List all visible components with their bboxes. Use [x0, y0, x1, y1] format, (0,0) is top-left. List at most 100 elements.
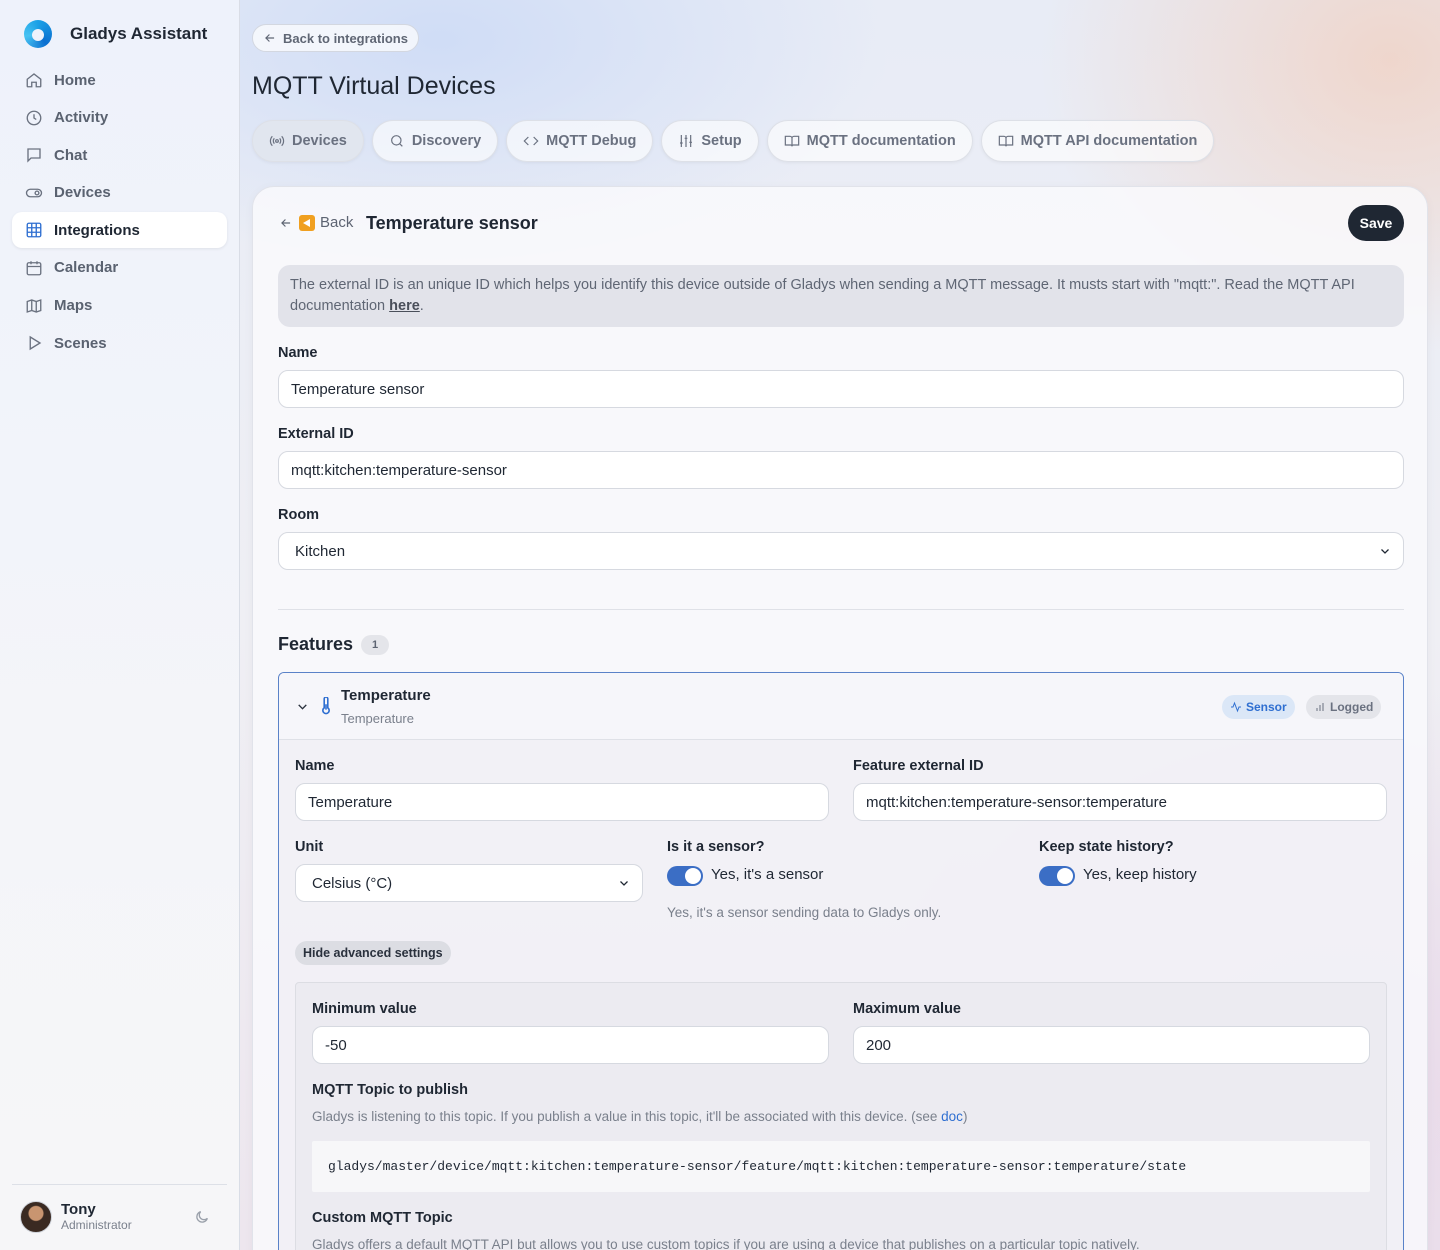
advanced-settings-panel: Minimum value -50 Maximum value 200 MQTT…: [295, 982, 1387, 1250]
sliders-icon: [680, 135, 693, 147]
mqtt-topic-label: MQTT Topic to publish: [312, 1082, 468, 1098]
play-icon: [29, 335, 42, 351]
feature-name-label: Name: [295, 758, 335, 774]
tab-label: Discovery: [411, 133, 482, 149]
feature-card: Temperature Temperature Sensor Logged Na…: [278, 672, 1404, 1250]
save-button[interactable]: Save: [1348, 205, 1404, 241]
tab-mqtt-debug[interactable]: MQTT Debug: [506, 120, 654, 162]
tab-mqtt-documentation[interactable]: MQTT documentation: [766, 120, 973, 162]
min-value-input[interactable]: -50: [312, 1026, 829, 1064]
tab-label: Setup: [701, 133, 742, 149]
info-text: The external ID is an unique ID which he…: [290, 277, 1355, 314]
grid-icon: [26, 222, 42, 238]
app-name: Gladys Assistant: [70, 24, 208, 43]
is-sensor-toggle[interactable]: [667, 866, 703, 886]
tab-bar: Devices Discovery MQTT Debug Setup MQTT …: [252, 120, 1222, 162]
tab-mqtt-api-documentation[interactable]: MQTT API documentation: [980, 120, 1215, 162]
sidebar-item-integrations[interactable]: Integrations: [12, 212, 227, 249]
sensor-badge-label: Sensor: [1246, 700, 1287, 714]
sidebar-item-label: Activity: [54, 109, 109, 127]
device-back-label: Back: [320, 214, 354, 231]
back-to-integrations-button[interactable]: Back to integrations: [252, 24, 419, 52]
info-doc-link[interactable]: here: [389, 298, 420, 314]
feature-name: Temperature: [341, 687, 431, 704]
activity-icon: [1231, 701, 1241, 713]
min-value-label: Minimum value: [312, 1001, 417, 1017]
broadcast-icon: [269, 135, 285, 147]
name-input[interactable]: Temperature sensor: [278, 370, 1404, 408]
logged-badge-label: Logged: [1330, 700, 1374, 714]
chevron-down-icon[interactable]: [296, 700, 309, 713]
is-sensor-label: Is it a sensor?: [667, 839, 765, 855]
external-id-input[interactable]: mqtt:kitchen:temperature-sensor: [278, 451, 1404, 489]
mqtt-topic-doc-link[interactable]: doc: [941, 1109, 963, 1124]
sidebar-item-label: Chat: [54, 146, 88, 164]
book-icon: [998, 135, 1013, 147]
features-count-badge: 1: [361, 635, 389, 655]
keep-history-toggle-label: Yes, keep history: [1083, 866, 1197, 883]
moon-icon[interactable]: [194, 1209, 210, 1225]
book-icon: [784, 135, 799, 147]
info-text-end: .: [419, 298, 424, 314]
tab-discovery[interactable]: Discovery: [371, 120, 499, 162]
tab-label: MQTT API documentation: [1020, 133, 1198, 149]
main-content: Back to integrations MQTT Virtual Device…: [240, 0, 1440, 1250]
sensor-badge: Sensor: [1222, 695, 1295, 719]
feature-name-input[interactable]: Temperature: [295, 783, 829, 821]
unit-select-value: Celsius (°C): [312, 874, 393, 892]
sidebar-item-label: Integrations: [54, 221, 140, 239]
sidebar-nav: Home Activity Chat Devices Integrations …: [12, 62, 227, 363]
mqtt-topic-helper-end: ): [962, 1109, 968, 1124]
device-card: Back Temperature sensor Save The externa…: [252, 186, 1428, 1250]
sidebar-item-label: Home: [54, 71, 96, 89]
unit-select[interactable]: Celsius (°C): [295, 864, 643, 902]
sidebar-item-label: Scenes: [54, 334, 107, 352]
logged-badge: Logged: [1306, 695, 1382, 719]
unit-label: Unit: [295, 839, 324, 855]
chevron-down-icon: [620, 881, 628, 886]
chevron-down-icon: [1381, 549, 1389, 554]
mqtt-topic-helper: Gladys is listening to this topic. If yo…: [312, 1109, 967, 1124]
sidebar-item-chat[interactable]: Chat: [12, 137, 227, 173]
brand[interactable]: Gladys Assistant: [24, 20, 207, 48]
search-icon: [390, 135, 403, 147]
sidebar-item-devices[interactable]: Devices: [12, 175, 227, 211]
back-to-integrations-label: Back to integrations: [283, 30, 408, 46]
room-select[interactable]: Kitchen: [278, 532, 1404, 570]
thermometer-icon: [322, 697, 330, 715]
tab-label: Devices: [292, 133, 347, 149]
user-name: Tony: [61, 1201, 96, 1218]
keep-history-toggle[interactable]: [1039, 866, 1075, 886]
user-role: Administrator: [61, 1218, 132, 1232]
feature-external-id-input[interactable]: mqtt:kitchen:temperature-sensor:temperat…: [853, 783, 1387, 821]
device-back-button[interactable]: Back: [279, 214, 353, 231]
sidebar-item-calendar[interactable]: Calendar: [12, 250, 227, 286]
sidebar: Gladys Assistant Home Activity Chat Devi…: [0, 0, 240, 1250]
feature-header[interactable]: Temperature Temperature Sensor Logged: [279, 673, 1403, 740]
sidebar-item-activity[interactable]: Activity: [12, 100, 227, 136]
external-id-label: External ID: [278, 426, 354, 442]
chat-icon: [27, 148, 41, 163]
hide-advanced-settings-button[interactable]: Hide advanced settings: [295, 941, 451, 965]
arrow-left-icon: [281, 218, 291, 227]
max-value-label: Maximum value: [853, 1001, 961, 1017]
max-value-input[interactable]: 200: [853, 1026, 1370, 1064]
feature-subtitle: Temperature: [341, 711, 414, 726]
tab-setup[interactable]: Setup: [661, 120, 759, 162]
feature-external-id-label: Feature external ID: [853, 758, 984, 774]
sidebar-item-home[interactable]: Home: [12, 62, 227, 98]
clock-icon: [26, 110, 42, 126]
tab-devices[interactable]: Devices: [252, 120, 364, 162]
avatar[interactable]: [20, 1201, 52, 1233]
device-title: Temperature sensor: [366, 213, 538, 233]
sidebar-item-maps[interactable]: Maps: [12, 288, 227, 324]
name-label: Name: [278, 345, 318, 361]
gladys-logo-icon: [24, 20, 52, 48]
tab-label: MQTT documentation: [806, 133, 956, 149]
toggle-icon: [25, 188, 43, 198]
home-icon: [26, 73, 42, 88]
mqtt-topic-code[interactable]: gladys/master/device/mqtt:kitchen:temper…: [312, 1141, 1370, 1192]
back-emoji-icon: [299, 214, 315, 231]
sidebar-item-scenes[interactable]: Scenes: [12, 325, 227, 361]
sidebar-item-label: Devices: [54, 184, 111, 202]
